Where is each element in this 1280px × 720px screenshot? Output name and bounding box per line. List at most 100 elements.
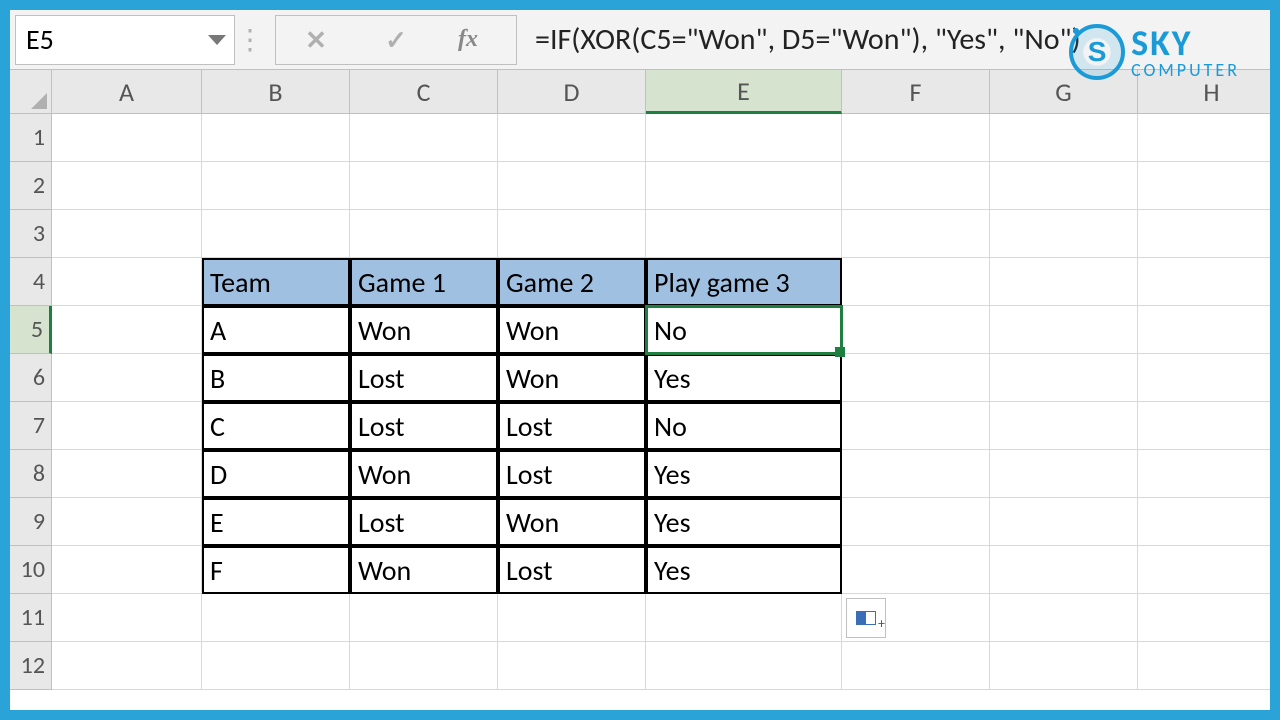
name-box[interactable]: E5 xyxy=(15,15,235,65)
cell[interactable] xyxy=(498,642,646,690)
column-header[interactable]: F xyxy=(842,70,990,114)
table-cell[interactable]: No xyxy=(646,306,842,354)
column-header[interactable]: B xyxy=(202,70,350,114)
table-header-cell[interactable]: Game 2 xyxy=(498,258,646,306)
cell[interactable] xyxy=(498,594,646,642)
column-header[interactable]: A xyxy=(52,70,202,114)
table-cell[interactable]: No xyxy=(646,402,842,450)
table-cell[interactable]: Yes xyxy=(646,450,842,498)
table-cell[interactable]: C xyxy=(202,402,350,450)
cell[interactable] xyxy=(990,642,1138,690)
row-header[interactable]: 10 xyxy=(10,546,52,594)
cell[interactable] xyxy=(202,594,350,642)
fx-icon[interactable]: fx xyxy=(436,16,516,64)
row-header[interactable]: 12 xyxy=(10,642,52,690)
cell[interactable] xyxy=(52,402,202,450)
cell[interactable] xyxy=(842,546,990,594)
cell[interactable] xyxy=(350,162,498,210)
cell[interactable] xyxy=(350,210,498,258)
row-header[interactable]: 9 xyxy=(10,498,52,546)
row-header[interactable]: 5 xyxy=(10,306,52,354)
cell[interactable] xyxy=(1138,306,1270,354)
cell[interactable] xyxy=(1138,546,1270,594)
column-header[interactable]: C xyxy=(350,70,498,114)
table-cell[interactable]: D xyxy=(202,450,350,498)
cell[interactable] xyxy=(52,354,202,402)
cell[interactable] xyxy=(52,306,202,354)
cell[interactable] xyxy=(1138,498,1270,546)
cell[interactable] xyxy=(52,210,202,258)
table-header-cell[interactable]: Play game 3 xyxy=(646,258,842,306)
cell[interactable] xyxy=(990,498,1138,546)
cell[interactable] xyxy=(842,114,990,162)
cell[interactable] xyxy=(646,210,842,258)
cell[interactable] xyxy=(842,498,990,546)
table-cell[interactable]: Won xyxy=(498,306,646,354)
column-header[interactable]: E xyxy=(646,70,842,114)
table-cell[interactable]: A xyxy=(202,306,350,354)
cell[interactable] xyxy=(350,114,498,162)
cell[interactable] xyxy=(202,162,350,210)
table-cell[interactable]: Yes xyxy=(646,354,842,402)
table-cell[interactable]: Won xyxy=(350,306,498,354)
table-cell[interactable]: Won xyxy=(498,498,646,546)
table-cell[interactable]: Lost xyxy=(498,402,646,450)
cell[interactable] xyxy=(646,162,842,210)
row-header[interactable]: 6 xyxy=(10,354,52,402)
cell[interactable] xyxy=(1138,354,1270,402)
fill-handle[interactable] xyxy=(835,347,845,357)
cancel-icon[interactable]: ✕ xyxy=(276,16,356,64)
table-cell[interactable]: Yes xyxy=(646,498,842,546)
cell[interactable] xyxy=(646,594,842,642)
chevron-down-icon[interactable] xyxy=(208,35,226,45)
cell[interactable] xyxy=(350,642,498,690)
cell[interactable] xyxy=(52,162,202,210)
table-cell[interactable]: Yes xyxy=(646,546,842,594)
cell[interactable] xyxy=(842,450,990,498)
row-header[interactable]: 1 xyxy=(10,114,52,162)
row-header[interactable]: 11 xyxy=(10,594,52,642)
cell[interactable] xyxy=(990,162,1138,210)
table-cell[interactable]: Lost xyxy=(350,402,498,450)
cell[interactable] xyxy=(1138,162,1270,210)
cell[interactable] xyxy=(990,306,1138,354)
cell[interactable] xyxy=(990,354,1138,402)
column-header[interactable]: D xyxy=(498,70,646,114)
table-cell[interactable]: Lost xyxy=(498,450,646,498)
autofill-options-icon[interactable]: + xyxy=(846,598,886,638)
cell[interactable] xyxy=(990,258,1138,306)
table-header-cell[interactable]: Team xyxy=(202,258,350,306)
cell[interactable] xyxy=(842,354,990,402)
table-cell[interactable]: Lost xyxy=(350,498,498,546)
cell[interactable] xyxy=(842,402,990,450)
cell[interactable] xyxy=(350,594,498,642)
table-cell[interactable]: F xyxy=(202,546,350,594)
cell[interactable] xyxy=(842,162,990,210)
cell[interactable] xyxy=(1138,258,1270,306)
cell[interactable] xyxy=(202,114,350,162)
cell[interactable] xyxy=(646,642,842,690)
table-cell[interactable]: Lost xyxy=(350,354,498,402)
row-header[interactable]: 8 xyxy=(10,450,52,498)
cell[interactable] xyxy=(990,450,1138,498)
cell[interactable] xyxy=(842,210,990,258)
table-cell[interactable]: Won xyxy=(350,450,498,498)
cell[interactable] xyxy=(1138,114,1270,162)
cell[interactable] xyxy=(842,258,990,306)
table-cell[interactable]: Won xyxy=(350,546,498,594)
cell[interactable] xyxy=(52,594,202,642)
row-header[interactable]: 3 xyxy=(10,210,52,258)
cell[interactable] xyxy=(52,450,202,498)
cell[interactable] xyxy=(52,498,202,546)
table-cell[interactable]: Won xyxy=(498,354,646,402)
cell[interactable] xyxy=(52,642,202,690)
cell[interactable] xyxy=(1138,402,1270,450)
row-header[interactable]: 7 xyxy=(10,402,52,450)
cell[interactable] xyxy=(842,306,990,354)
row-header[interactable]: 4 xyxy=(10,258,52,306)
cell[interactable] xyxy=(498,114,646,162)
select-all-corner[interactable] xyxy=(10,70,52,114)
cell[interactable] xyxy=(1138,642,1270,690)
cell[interactable] xyxy=(990,594,1138,642)
cell[interactable] xyxy=(52,114,202,162)
